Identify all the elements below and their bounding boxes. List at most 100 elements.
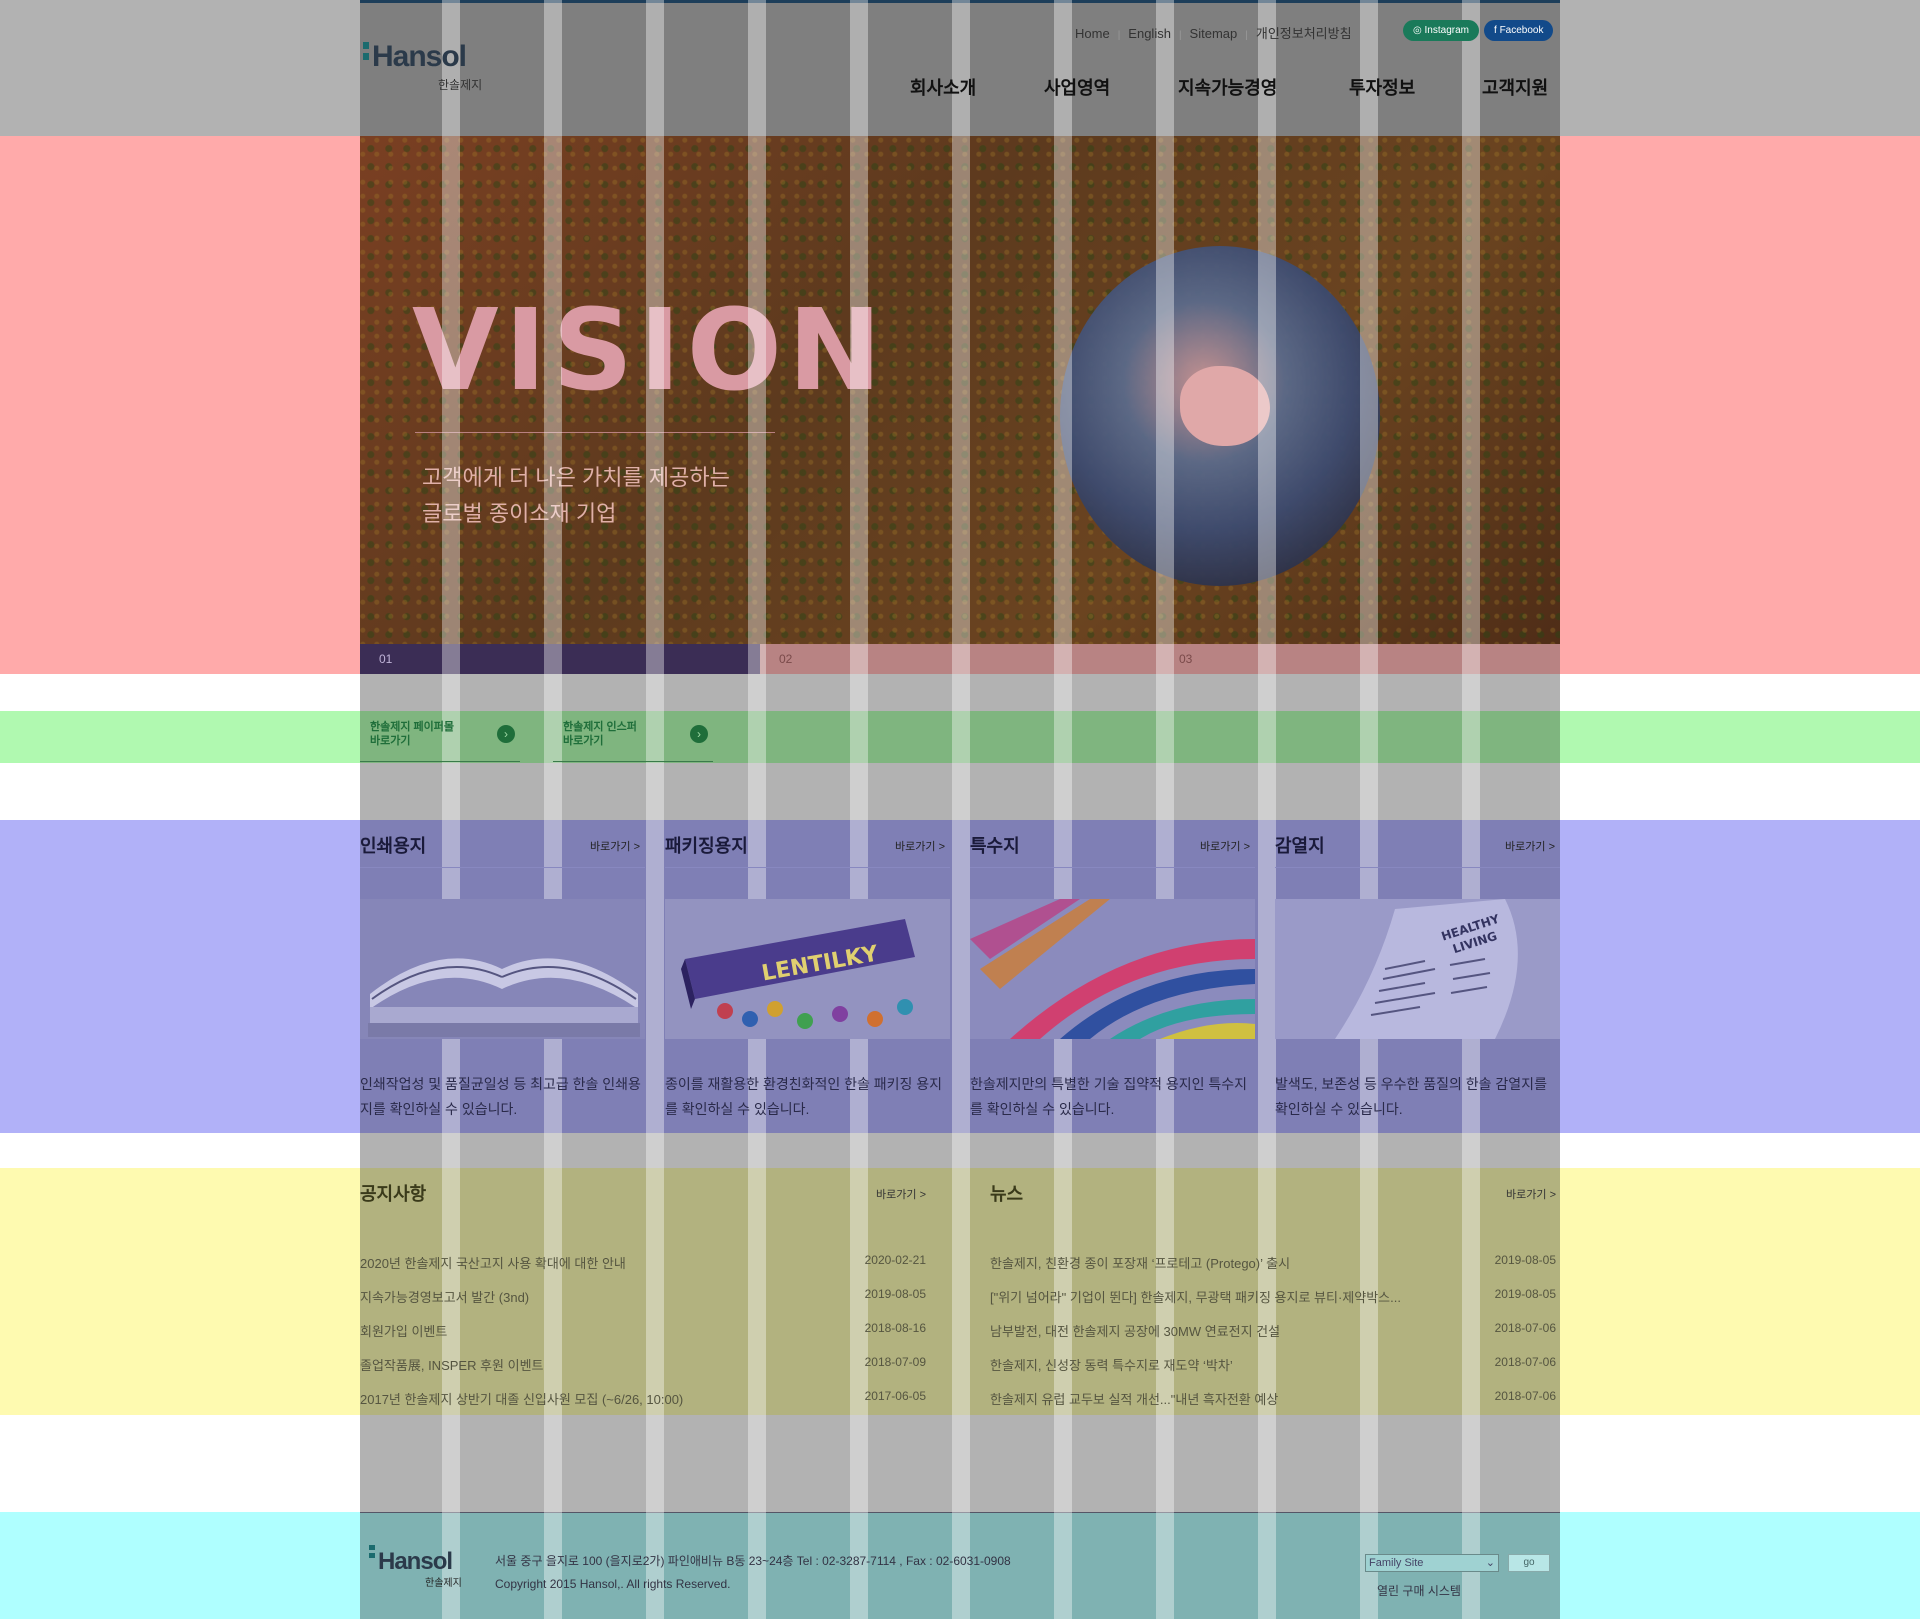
slide-tab-2[interactable]: 02 [760,644,1160,674]
slide-tab-3[interactable]: 03 [1160,644,1560,674]
news-item-date: 2019-08-05 [1494,1253,1556,1267]
notice-title: 공지사항 [360,1184,427,1204]
gnb-item-investor[interactable]: 투자정보 [1349,74,1415,100]
utility-nav: Home | English | Sitemap | 개인정보처리방침 [1075,26,1352,41]
card-divider [1275,867,1560,868]
quicklink-label: 바로가기 [563,735,604,747]
hero-subtitle: 고객에게 더 나은 가치를 제공하는 글로벌 종이소재 기업 [422,460,730,532]
quicklink-papermall[interactable]: 한솔제지 페이퍼몰 바로가기 [370,720,454,748]
instagram-label: Instagram [1424,25,1469,36]
spacer [360,763,1560,820]
notice-item-date: 2018-08-16 [864,1321,926,1335]
news-item-title[interactable]: ["위기 넘어라" 기업이 뛴다] 한솔제지, 무광택 패키징 용지로 뷰티·제… [990,1287,1401,1306]
card-title: 특수지 [970,836,1020,856]
logo-text: Hansol [372,40,467,73]
facebook-icon: f [1494,25,1497,36]
instagram-button[interactable]: ◎ Instagram [1403,20,1479,41]
card-more-link[interactable]: 바로가기 > [895,838,945,854]
hero-divider [415,432,775,433]
hero-subtitle-line2: 글로벌 종이소재 기업 [422,501,617,526]
gnb-item-business[interactable]: 사업영역 [1044,74,1110,100]
book-image[interactable] [360,899,645,1039]
spacer [360,1415,1560,1512]
card-title: 패키징용지 [665,836,748,856]
hero-title: VISION [412,286,888,416]
card-more-link[interactable]: 바로가기 > [590,838,640,854]
quicklink-insper[interactable]: 한솔제지 인스퍼 바로가기 [563,720,637,748]
gnb-item-about[interactable]: 회사소개 [910,74,976,100]
slide-tab-1[interactable]: 01 [360,644,760,674]
header [360,0,1560,136]
news-title: 뉴스 [990,1184,1024,1204]
notice-item-title[interactable]: 지속가능경영보고서 발간 (3nd) [360,1287,529,1306]
family-site-go-button[interactable]: go [1508,1554,1550,1572]
util-link-privacy[interactable]: 개인정보처리방침 [1256,26,1352,41]
quicklink-underline [360,761,520,762]
footer-logo-text: Hansol [378,1548,453,1575]
quicklink-label: 한솔제지 페이퍼몰 [370,721,455,733]
quicklink-area [360,711,1560,763]
notice-item-title[interactable]: 2017년 한솔제지 상반기 대졸 신입사원 모집 (~6/26, 10:00) [360,1389,683,1408]
notice-item-date: 2017-06-05 [864,1389,926,1403]
quicklink-underline [553,761,713,762]
card-description: 종이를 재활용한 환경친화적인 한솔 패키징 용지를 확인하실 수 있습니다. [665,1076,943,1117]
news-more-link[interactable]: 바로가기 > [1506,1186,1556,1202]
gnb-item-support[interactable]: 고객지원 [1482,74,1548,100]
card-description: 발색도, 보존성 등 우수한 품질의 한솔 감열지를 확인하실 수 있습니다. [1275,1076,1547,1117]
footer-logo[interactable]: Hansol [369,1543,453,1576]
card-more-link[interactable]: 바로가기 > [1505,838,1555,854]
chevron-down-icon: ⌄ [1485,1557,1495,1569]
news-item-title[interactable]: 남부발전, 대전 한솔제지 공장에 30MW 연료전지 건설 [990,1321,1280,1340]
util-link-english[interactable]: English [1128,26,1171,41]
facebook-label: Facebook [1499,25,1544,36]
news-item-date: 2018-07-06 [1494,1389,1556,1403]
news-item-date: 2019-08-05 [1494,1287,1556,1301]
notice-item-title[interactable]: 회원가입 이벤트 [360,1321,447,1340]
color-swatch-image[interactable] [970,899,1255,1039]
news-item-title[interactable]: 한솔제지, 친환경 종이 포장재 ‘프로테고 (Protego)’ 출시 [990,1253,1290,1272]
news-item-date: 2018-07-06 [1494,1355,1556,1369]
card-divider [970,867,1255,868]
open-purchase-link[interactable]: 열린 구매 시스템 [1377,1582,1461,1599]
notice-item-date: 2019-08-05 [864,1287,926,1301]
footer-logo-subtitle: 한솔제지 [425,1578,462,1589]
notice-item-title[interactable]: 2020년 한솔제지 국산고지 사용 확대에 대한 안내 [360,1253,626,1272]
instagram-icon: ◎ [1413,25,1422,36]
quicklink-label: 한솔제지 인스퍼 [563,721,637,733]
spacer [360,674,1560,711]
news-item-date: 2018-07-06 [1494,1321,1556,1335]
card-title: 감열지 [1275,836,1325,856]
notice-more-link[interactable]: 바로가기 > [876,1186,926,1202]
util-link-home[interactable]: Home [1075,26,1110,41]
hero-slide: VISION 고객에게 더 나은 가치를 제공하는 글로벌 종이소재 기업 [360,136,1560,644]
logo-mark-icon [363,42,369,68]
logo-subtitle: 한솔제지 [438,78,483,92]
family-site-select[interactable]: Family Site ⌄ [1365,1554,1499,1572]
arrow-right-icon[interactable]: › [497,725,515,743]
card-description: 한솔제지만의 특별한 기술 집약적 용지인 특수지를 확인하실 수 있습니다. [970,1076,1248,1117]
spacer [360,1133,1560,1168]
notice-item-title[interactable]: 졸업작품展, INSPER 후원 이벤트 [360,1355,544,1374]
news-item-title[interactable]: 한솔제지, 신성장 동력 특수지로 재도약 ‘박차’ [990,1355,1233,1374]
card-divider [360,867,645,868]
footer-copyright: Copyright 2015 Hansol,. All rights Reser… [495,1577,731,1591]
arrow-right-icon[interactable]: › [690,725,708,743]
footer-address: 서울 중구 을지로 100 (을지로2가) 파인애비뉴 B동 23~24층 Te… [495,1554,1011,1568]
gnb-item-sustainability[interactable]: 지속가능경영 [1178,74,1277,100]
notice-item-date: 2018-07-09 [864,1355,926,1369]
notice-item-date: 2020-02-21 [864,1253,926,1267]
family-site-value: Family Site [1369,1557,1424,1569]
facebook-button[interactable]: f Facebook [1484,20,1554,41]
news-item-title[interactable]: 한솔제지 유럽 교두보 실적 개선..."내년 흑자전환 예상 [990,1389,1278,1408]
card-description: 인쇄작업성 및 품질균일성 등 최고급 한솔 인쇄용지를 확인하실 수 있습니다… [360,1076,641,1117]
heart-shape [1180,366,1270,446]
util-link-sitemap[interactable]: Sitemap [1190,26,1238,41]
candy-box-image[interactable]: LENTILKY [665,899,950,1039]
card-divider [665,867,950,868]
receipt-image[interactable]: HEALTHY LIVING [1275,899,1560,1039]
logo-mark-icon [369,1545,375,1571]
quicklink-label: 바로가기 [370,735,411,747]
site-logo[interactable]: Hansol 한솔제지 [363,40,482,92]
card-title: 인쇄용지 [360,836,427,856]
card-more-link[interactable]: 바로가기 > [1200,838,1250,854]
